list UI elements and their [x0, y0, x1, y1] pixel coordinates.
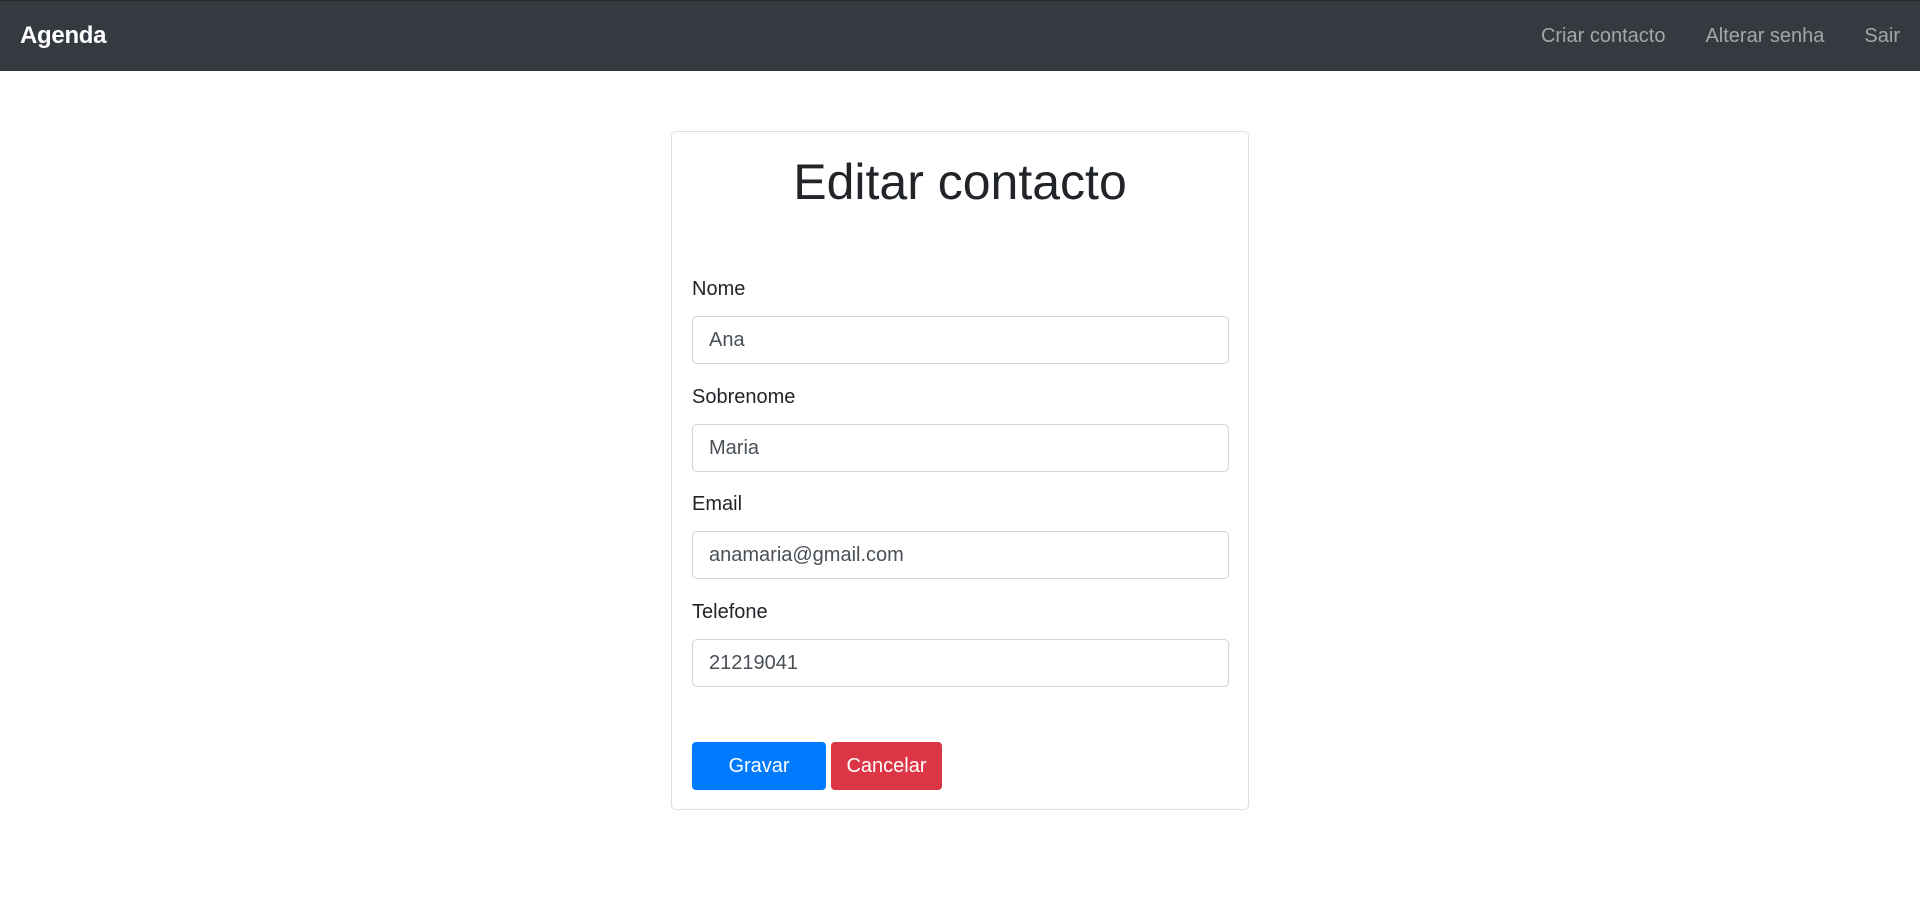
email-input[interactable] — [692, 531, 1229, 579]
page-title: Editar contacto — [793, 154, 1127, 210]
cancel-button[interactable]: Cancelar — [831, 742, 942, 790]
sobrenome-input[interactable] — [692, 424, 1229, 472]
brand-link[interactable]: Agenda — [20, 22, 107, 50]
form-group-email: Email — [692, 491, 1229, 579]
edit-contact-card: Editar contacto Nome Sobrenome Email Tel… — [671, 131, 1249, 810]
nome-label: Nome — [692, 278, 746, 300]
email-label: Email — [692, 493, 743, 515]
sobrenome-label: Sobrenome — [692, 386, 796, 408]
telefone-label: Telefone — [692, 601, 768, 623]
telefone-input[interactable] — [692, 639, 1229, 687]
form-group-telefone: Telefone — [692, 599, 1229, 687]
nav-link-criar-contacto[interactable]: Criar contacto — [1541, 25, 1666, 48]
form-group-nome: Nome — [692, 276, 1229, 364]
top-navbar: Agenda Criar contacto Alterar senha Sair — [0, 0, 1920, 71]
form-group-sobrenome: Sobrenome — [692, 384, 1229, 472]
nav-link-sair[interactable]: Sair — [1864, 25, 1900, 48]
nav-links: Criar contacto Alterar senha Sair — [1501, 25, 1900, 48]
nome-input[interactable] — [692, 316, 1229, 364]
save-button[interactable]: Gravar — [692, 742, 826, 790]
nav-link-alterar-senha[interactable]: Alterar senha — [1705, 25, 1824, 48]
